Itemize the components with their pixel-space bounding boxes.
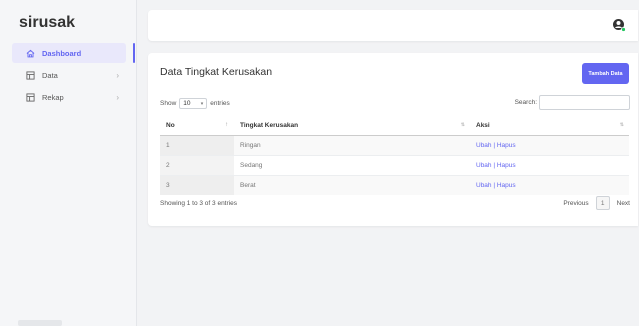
delete-link[interactable]: Hapus bbox=[497, 182, 516, 189]
delete-link[interactable]: Hapus bbox=[497, 142, 516, 149]
cell-no: 1 bbox=[160, 135, 234, 156]
cell-tingkat: Ringan bbox=[234, 135, 470, 156]
chevron-right-icon: › bbox=[116, 92, 119, 102]
column-header-no[interactable]: No ↑ bbox=[160, 116, 234, 136]
add-data-button[interactable]: Tambah Data bbox=[582, 63, 629, 84]
cell-aksi: Ubah | Hapus bbox=[470, 155, 629, 176]
topbar bbox=[148, 10, 638, 41]
show-label: Show bbox=[160, 100, 177, 107]
search-label: Search: bbox=[514, 99, 537, 106]
page-title: Data Tingkat Kerusakan bbox=[160, 66, 273, 78]
column-header-aksi[interactable]: Aksi ⇅ bbox=[470, 116, 629, 136]
search-box: Search: bbox=[515, 95, 630, 110]
sidebar-item-dashboard[interactable]: Dashboard bbox=[12, 43, 126, 63]
table-icon bbox=[26, 70, 35, 80]
data-card: Data Tingkat Kerusakan Tambah Data Show … bbox=[148, 53, 638, 226]
cell-aksi: Ubah | Hapus bbox=[470, 175, 629, 195]
user-circle-icon[interactable] bbox=[612, 18, 626, 32]
chevron-right-icon: › bbox=[116, 70, 119, 80]
sidebar-item-label: Rekap bbox=[42, 92, 64, 102]
entries-select[interactable]: 10 ▾ bbox=[179, 98, 208, 109]
entries-length: Show 10 ▾ entries bbox=[160, 98, 230, 109]
sidebar-item-data[interactable]: Data › bbox=[12, 65, 126, 85]
sort-icon: ⇅ bbox=[460, 122, 465, 128]
search-input[interactable] bbox=[539, 95, 630, 110]
table-info: Showing 1 to 3 of 3 entries bbox=[160, 200, 237, 207]
delete-link[interactable]: Hapus bbox=[497, 162, 516, 169]
edit-link[interactable]: Ubah bbox=[476, 162, 492, 169]
pagination: Previous 1 Next bbox=[563, 196, 630, 210]
table-icon bbox=[26, 92, 35, 102]
column-header-tingkat[interactable]: Tingkat Kerusakan ⇅ bbox=[234, 116, 470, 136]
edit-link[interactable]: Ubah bbox=[476, 182, 492, 189]
sort-icon: ⇅ bbox=[619, 122, 624, 128]
chevron-down-icon: ▾ bbox=[200, 100, 204, 107]
sidebar-item-label: Dashboard bbox=[42, 48, 82, 58]
cell-tingkat: Berat bbox=[234, 175, 470, 195]
home-icon bbox=[26, 49, 35, 58]
cell-aksi: Ubah | Hapus bbox=[470, 135, 629, 156]
brand-logo[interactable]: sirusak bbox=[19, 14, 75, 32]
table-row: 1 Ringan Ubah | Hapus bbox=[160, 135, 629, 156]
table-row: 3 Berat Ubah | Hapus bbox=[160, 175, 629, 195]
next-button[interactable]: Next bbox=[617, 200, 630, 207]
sidebar-footer bbox=[18, 320, 62, 326]
entries-label: entries bbox=[210, 100, 230, 107]
cell-no: 3 bbox=[160, 175, 234, 195]
sidebar-item-rekap[interactable]: Rekap › bbox=[12, 87, 126, 107]
cell-no: 2 bbox=[160, 155, 234, 176]
active-indicator bbox=[133, 43, 135, 63]
cell-tingkat: Sedang bbox=[234, 155, 470, 176]
sidebar: sirusak Dashboard Data › Rekap › bbox=[0, 0, 137, 326]
sort-asc-icon: ↑ bbox=[225, 122, 228, 128]
entries-select-value: 10 bbox=[183, 100, 191, 107]
table-row: 2 Sedang Ubah | Hapus bbox=[160, 155, 629, 176]
sidebar-item-label: Data bbox=[42, 70, 58, 80]
previous-button[interactable]: Previous bbox=[563, 200, 588, 207]
data-table: No ↑ Tingkat Kerusakan ⇅ Aksi ⇅ 1 Ringan… bbox=[160, 116, 629, 195]
edit-link[interactable]: Ubah bbox=[476, 142, 492, 149]
page-1-button[interactable]: 1 bbox=[595, 196, 610, 210]
